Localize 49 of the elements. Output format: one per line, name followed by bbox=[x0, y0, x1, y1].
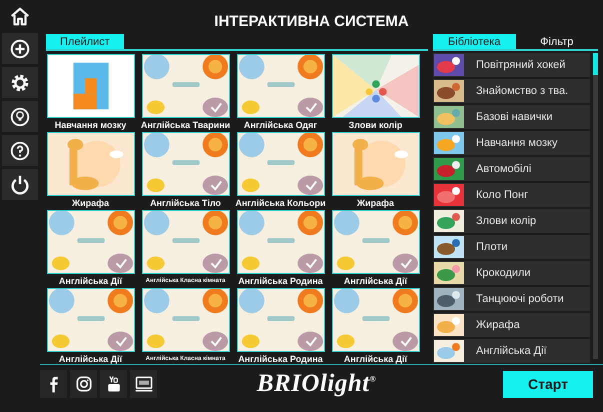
home-icon bbox=[9, 6, 31, 28]
tile-label: Англійська Дії bbox=[58, 275, 122, 288]
tile-label: Англійська Одяг bbox=[244, 119, 318, 132]
scrollbar[interactable] bbox=[593, 53, 598, 359]
help-icon bbox=[9, 140, 31, 162]
library-item[interactable]: Жирафа bbox=[433, 313, 590, 337]
library-item[interactable]: Англійська Дії bbox=[433, 339, 590, 363]
library-item[interactable]: Знайомство з тва. bbox=[433, 79, 590, 103]
app-title: ІНТЕРАКТИВНА СИСТЕМА bbox=[213, 12, 410, 32]
library-item[interactable]: Повітряний хокей bbox=[433, 53, 590, 77]
playlist-tab[interactable]: Плейлист bbox=[46, 34, 124, 49]
tile-label: Навчання мозку bbox=[54, 119, 126, 132]
add-icon bbox=[9, 38, 31, 60]
tile-label: Англійська Родина bbox=[238, 275, 323, 288]
tile-label: Злови колір bbox=[348, 119, 402, 132]
settings-button[interactable] bbox=[2, 67, 38, 98]
library-item[interactable]: Навчання мозку bbox=[433, 131, 590, 155]
add-button[interactable] bbox=[2, 33, 38, 64]
logo: BRIOlight$^{®}$ bbox=[256, 370, 376, 398]
tile-label: Жирафа bbox=[72, 197, 110, 210]
monitor-button[interactable] bbox=[130, 370, 157, 398]
lightbulb-icon bbox=[9, 106, 31, 128]
instagram-icon bbox=[74, 374, 94, 394]
youtube-button[interactable] bbox=[100, 370, 127, 398]
start-button[interactable]: Старт bbox=[503, 370, 593, 398]
library-item[interactable]: Коло Понг bbox=[433, 183, 590, 207]
library-tab[interactable]: Фільтр bbox=[516, 34, 598, 49]
tile-label: Англійська Тварини bbox=[140, 119, 230, 132]
tile-label: Жирафа bbox=[356, 197, 394, 210]
tile-label: Англійська Дії bbox=[344, 275, 408, 288]
tile-label: Англійська Дії bbox=[344, 353, 408, 366]
library-item[interactable]: Танцюючі роботи bbox=[433, 287, 590, 311]
library-tab[interactable]: Бібліотека bbox=[433, 34, 516, 49]
library-item[interactable]: Базові навички bbox=[433, 105, 590, 129]
help-button[interactable] bbox=[2, 135, 38, 166]
library-item[interactable]: Крокодили bbox=[433, 261, 590, 285]
tile-label: Англійська Кольори bbox=[235, 197, 326, 210]
lightbulb-button[interactable] bbox=[2, 101, 38, 132]
library-item[interactable]: Плоти bbox=[433, 235, 590, 259]
tile-label: Англійська Дії bbox=[58, 353, 122, 366]
monitor-icon bbox=[134, 374, 154, 394]
power-icon bbox=[9, 174, 31, 196]
power-button[interactable] bbox=[2, 169, 38, 200]
facebook-button[interactable] bbox=[40, 370, 67, 398]
tile-label: Англійська Родина bbox=[238, 353, 323, 366]
library-item[interactable]: Злови колір bbox=[433, 209, 590, 233]
tile-label: Англійська Тіло bbox=[150, 197, 221, 210]
instagram-button[interactable] bbox=[70, 370, 97, 398]
library-item[interactable]: Автомобілі bbox=[433, 157, 590, 181]
